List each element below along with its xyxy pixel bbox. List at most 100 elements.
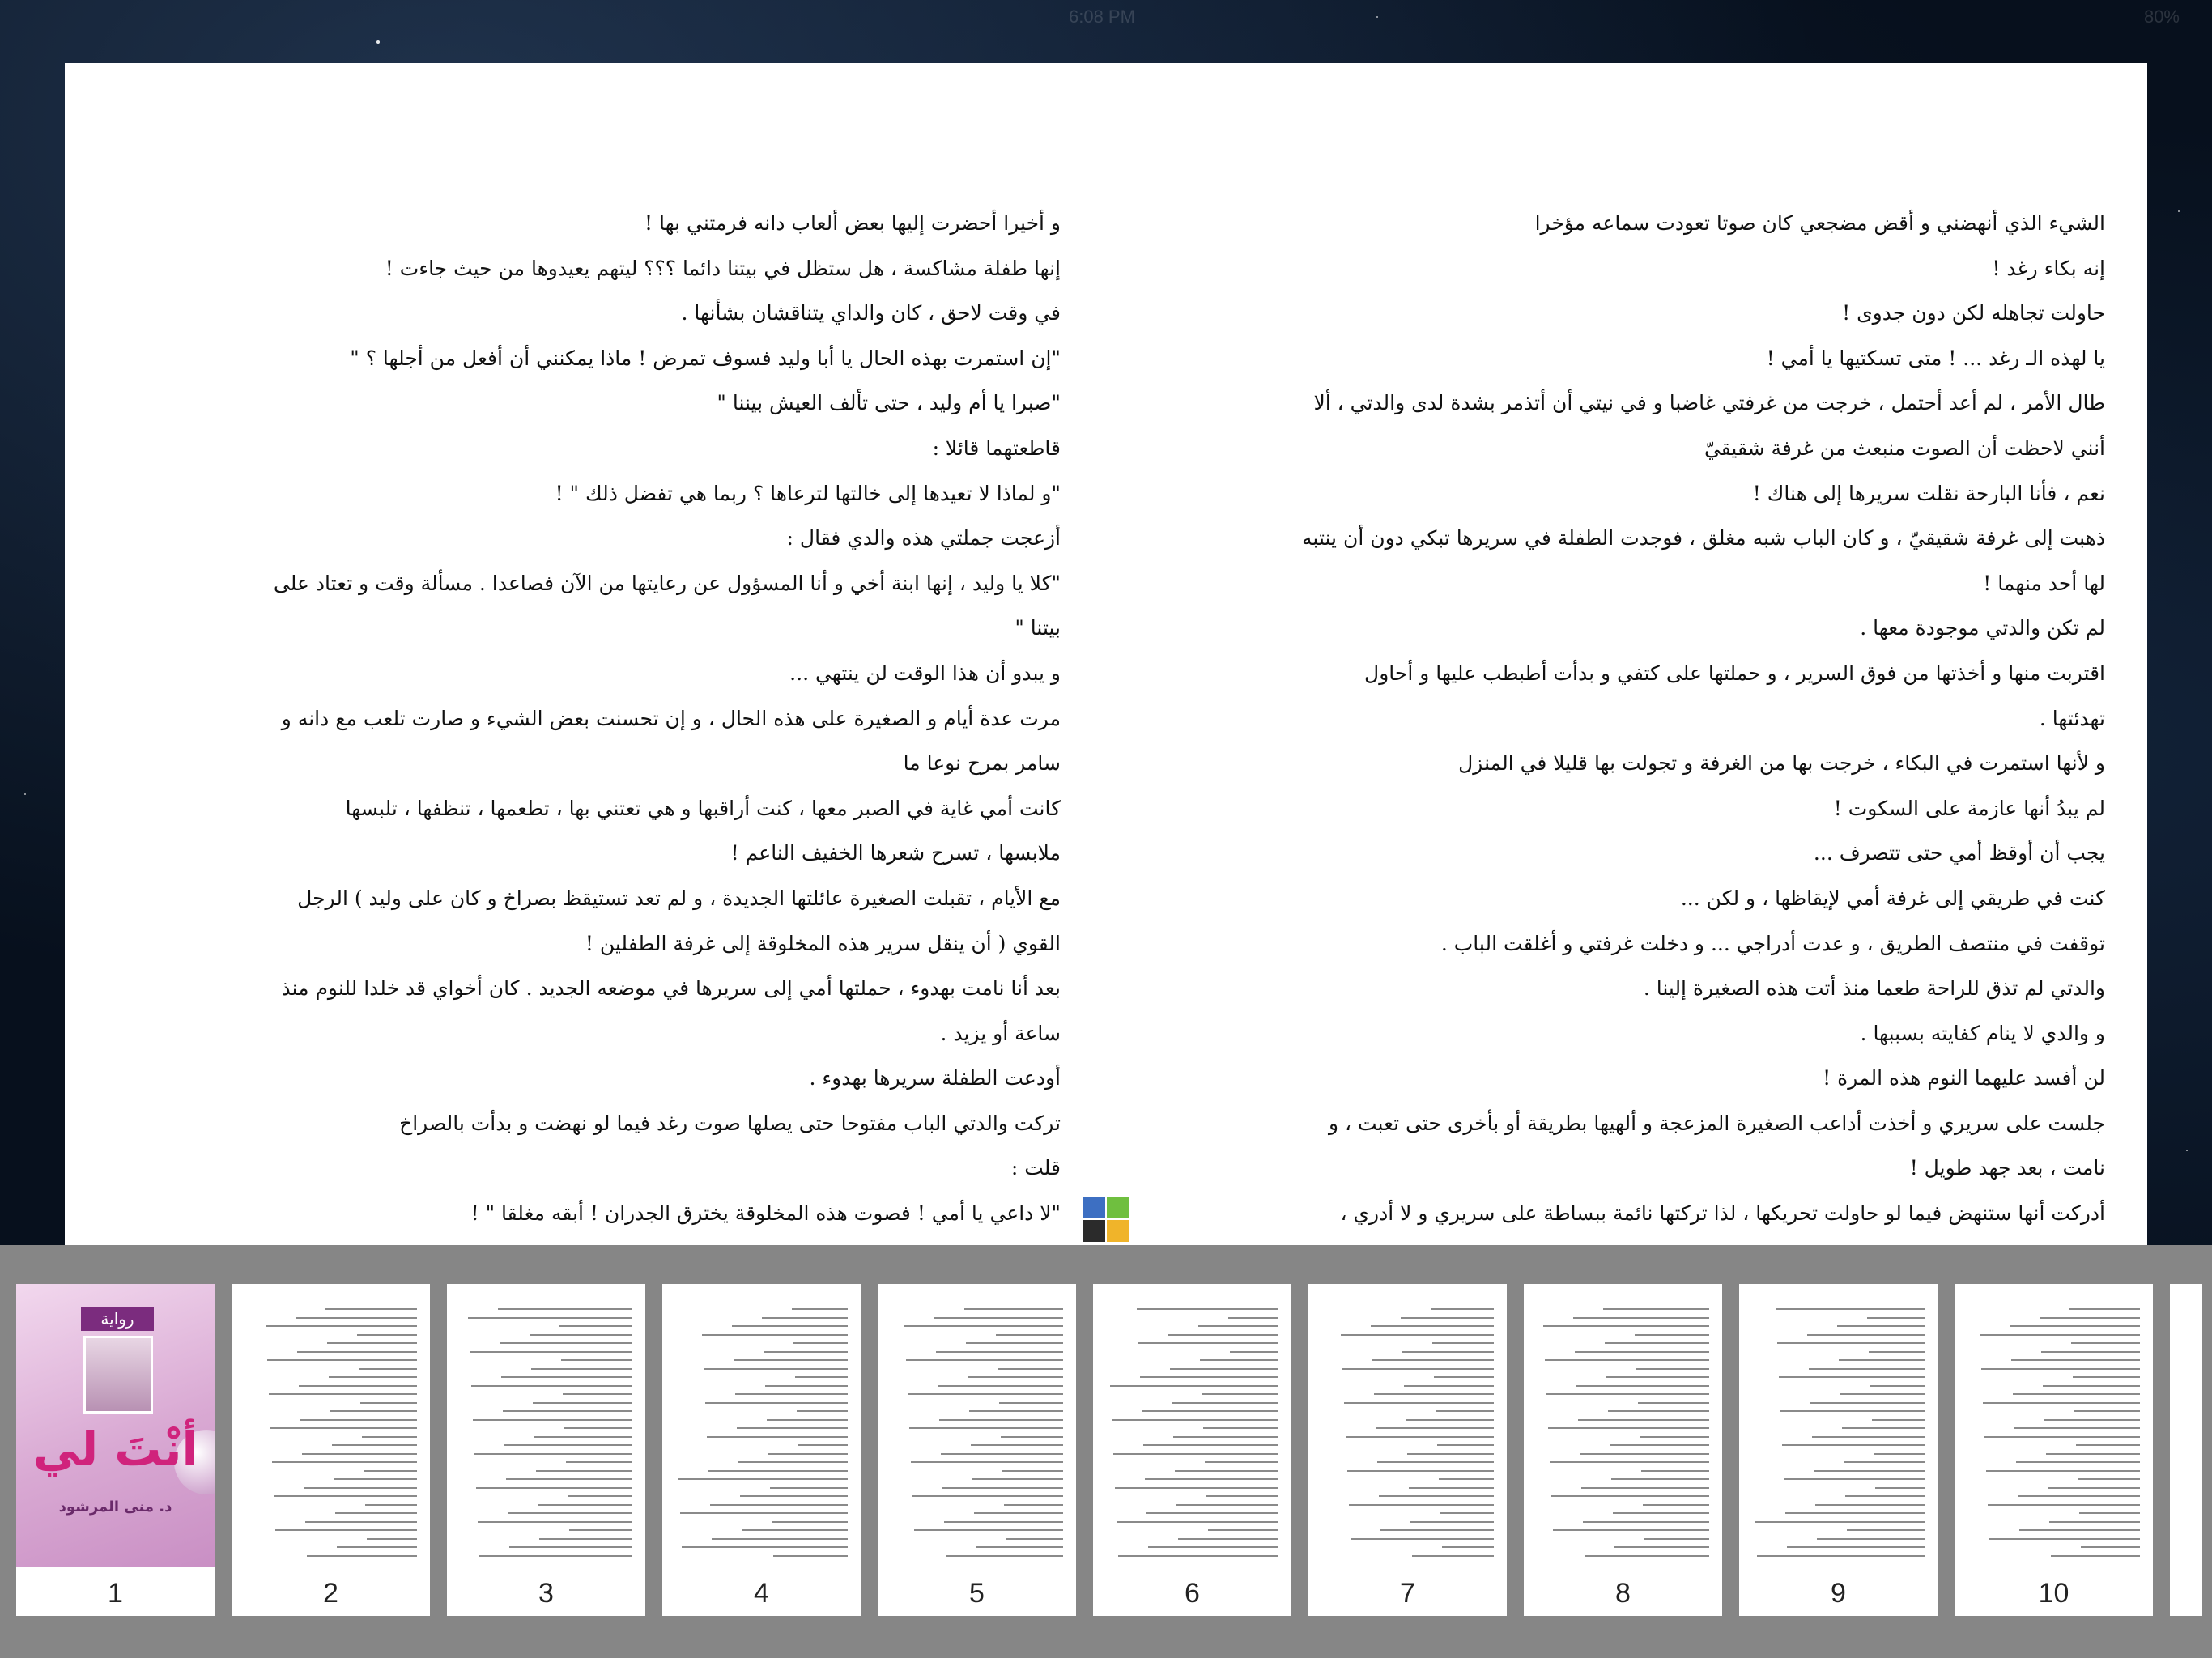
text-line: يا لهذه الـ رغد ... ! متى تسكتيها يا أمي… <box>1766 346 2105 370</box>
thumbnail-text-line <box>1611 1478 1709 1480</box>
thumbnail-text-line <box>1203 1427 1278 1429</box>
thumbnail-page-number: 4 <box>754 1578 769 1609</box>
thumbnail-text-line <box>2040 1316 2140 1319</box>
thumbnail-text-line <box>533 1401 632 1404</box>
text-line: ساعة أو يزيد . <box>940 1021 1061 1045</box>
thumbnail-text-line <box>569 1529 632 1531</box>
thumbnail-text-line <box>1176 1503 1278 1506</box>
book-page-spread[interactable]: الشيء الذي أنهضني و أقض مضجعي كان صوتا ت… <box>65 63 2147 1245</box>
thumbnail-text-line <box>1815 1503 1925 1506</box>
right-page-text: الشيء الذي أنهضني و أقض مضجعي كان صوتا ت… <box>1279 201 2105 1236</box>
page-thumbnail[interactable]: 2 <box>232 1284 430 1616</box>
thumbnail-text-line <box>2046 1452 2140 1455</box>
text-line: طال الأمر ، لم أعد أحتمل ، خرجت من غرفتي… <box>1313 391 2105 415</box>
thumbnail-text-line <box>470 1350 632 1353</box>
thumbnail-text-line <box>1581 1486 1709 1489</box>
thumbnail-text-line <box>2049 1520 2140 1523</box>
star <box>376 40 380 44</box>
thumbnail-page-preview <box>1308 1284 1507 1567</box>
thumbnail-text-line <box>1349 1503 1494 1506</box>
thumbnail-text-line <box>998 1367 1063 1370</box>
text-line: نعم ، فأنا البارحة نقلت سريرها إلى هناك … <box>1752 481 2105 505</box>
thumbnail-text-line <box>1874 1452 1925 1455</box>
thumbnail-text-line <box>1115 1486 1278 1489</box>
thumbnail-text-line <box>1777 1342 1925 1344</box>
thumbnail-text-line <box>1206 1495 1278 1497</box>
thumbnail-text-line <box>1603 1308 1709 1310</box>
thumbnail-text-line <box>1980 1333 2140 1336</box>
thumbnail-text-line <box>1578 1418 1709 1421</box>
thumbnail-text-line <box>1983 1401 2140 1404</box>
page-thumbnail[interactable]: رواية أنْتَ لي د. منى المرشود 1 <box>16 1284 215 1616</box>
thumbnail-text-line <box>531 1367 632 1370</box>
page-thumbnail[interactable]: 9 <box>1739 1284 1938 1616</box>
thumbnail-text-line <box>969 1410 1063 1412</box>
thumbnail-text-line <box>1638 1401 1709 1404</box>
thumbnail-text-line <box>539 1537 632 1540</box>
page-thumbnail-partial[interactable] <box>2170 1284 2202 1616</box>
text-line: أنني لاحظت أن الصوت منبعث من غرفة شقيقيّ <box>1704 436 2105 460</box>
thumbnail-text-line <box>2014 1427 2140 1429</box>
thumbnail-text-line <box>1875 1486 1925 1489</box>
thumbnail-text-line <box>797 1410 848 1412</box>
app-logo-icon[interactable] <box>1083 1197 1129 1242</box>
text-line: كانت أمي غاية في الصبر معها ، كنت أراقبه… <box>345 796 1061 820</box>
text-line: "و لماذا لا تعيدها إلى خالتها لترعاها ؟ … <box>555 481 1061 505</box>
thumbnail-text-line <box>1548 1427 1709 1429</box>
thumbnail-text-line <box>798 1444 848 1446</box>
thumbnail-text-line <box>1867 1316 1925 1319</box>
thumbnail-text-line <box>1172 1401 1278 1404</box>
page-thumbnail[interactable]: 4 <box>662 1284 861 1616</box>
text-line: قلت : <box>1010 1156 1061 1180</box>
thumbnail-text-line <box>299 1384 417 1387</box>
text-line: يجب أن أوقظ أمي حتى تتصرف ... <box>1813 841 2105 865</box>
page-thumbnail[interactable]: 5 <box>878 1284 1076 1616</box>
text-line: توقفت في منتصف الطريق ، و عدت أدراجي ...… <box>1440 931 2105 955</box>
thumbnail-text-line <box>704 1367 848 1370</box>
thumbnail-text-line <box>764 1350 848 1353</box>
thumbnail-text-line <box>1198 1325 1278 1327</box>
thumbnail-text-line <box>1371 1325 1494 1327</box>
thumbnail-text-line <box>974 1512 1063 1514</box>
cover-author: د. منى المرشود <box>58 1499 172 1516</box>
page-thumbnail[interactable]: 8 <box>1524 1284 1722 1616</box>
thumbnail-text-line <box>357 1333 417 1336</box>
thumbnail-page-number: 3 <box>538 1578 554 1609</box>
thumbnail-text-line <box>1138 1342 1278 1344</box>
thumbnail-text-line <box>1785 1512 1925 1514</box>
thumbnail-text-line <box>735 1393 848 1395</box>
page-thumbnail-strip[interactable]: رواية أنْتَ لي د. منى المرشود 1 2 3 4 5 6 7 8 9 10 <box>0 1245 2212 1658</box>
thumbnail-text-line <box>1439 1478 1494 1480</box>
thumbnail-text-line <box>2079 1512 2140 1514</box>
thumbnail-text-line <box>337 1546 417 1548</box>
thumbnail-text-line <box>563 1393 632 1395</box>
thumbnail-text-line <box>934 1316 1063 1319</box>
thumbnail-text-line <box>1228 1316 1278 1319</box>
thumbnail-text-line <box>1635 1333 1709 1336</box>
page-thumbnail[interactable]: 10 <box>1955 1284 2153 1616</box>
thumbnail-text-line <box>1580 1452 1709 1455</box>
thumbnail-page-number: 2 <box>323 1578 338 1609</box>
text-line: ملابسها ، تسرح شعرها الخفيف الناعم ! <box>730 841 1061 865</box>
page-thumbnail[interactable]: 7 <box>1308 1284 1507 1616</box>
thumbnail-text-line <box>2013 1393 2140 1395</box>
thumbnail-text-line <box>936 1350 1063 1353</box>
page-thumbnail[interactable]: 6 <box>1093 1284 1291 1616</box>
thumbnail-text-line <box>1550 1461 1709 1463</box>
thumbnail-page-preview <box>447 1284 645 1567</box>
page-thumbnail[interactable]: 3 <box>447 1284 645 1616</box>
thumbnail-text-line <box>1431 1308 1494 1310</box>
thumbnail-text-line <box>1810 1401 1925 1404</box>
thumbnail-text-line <box>1148 1546 1278 1548</box>
thumbnail-text-line <box>329 1376 417 1378</box>
thumbnail-text-line <box>1380 1529 1494 1531</box>
thumbnail-text-line <box>705 1401 848 1404</box>
thumbnail-text-line <box>772 1520 848 1523</box>
thumbnail-text-line <box>938 1384 1063 1387</box>
thumbnail-text-line <box>335 1512 417 1514</box>
thumbnail-text-line <box>334 1478 417 1480</box>
thumbnail-text-line <box>498 1308 632 1310</box>
thumbnail-text-line <box>678 1478 848 1480</box>
thumbnail-text-line <box>2011 1359 2140 1361</box>
thumbnail-text-line <box>2074 1410 2140 1412</box>
